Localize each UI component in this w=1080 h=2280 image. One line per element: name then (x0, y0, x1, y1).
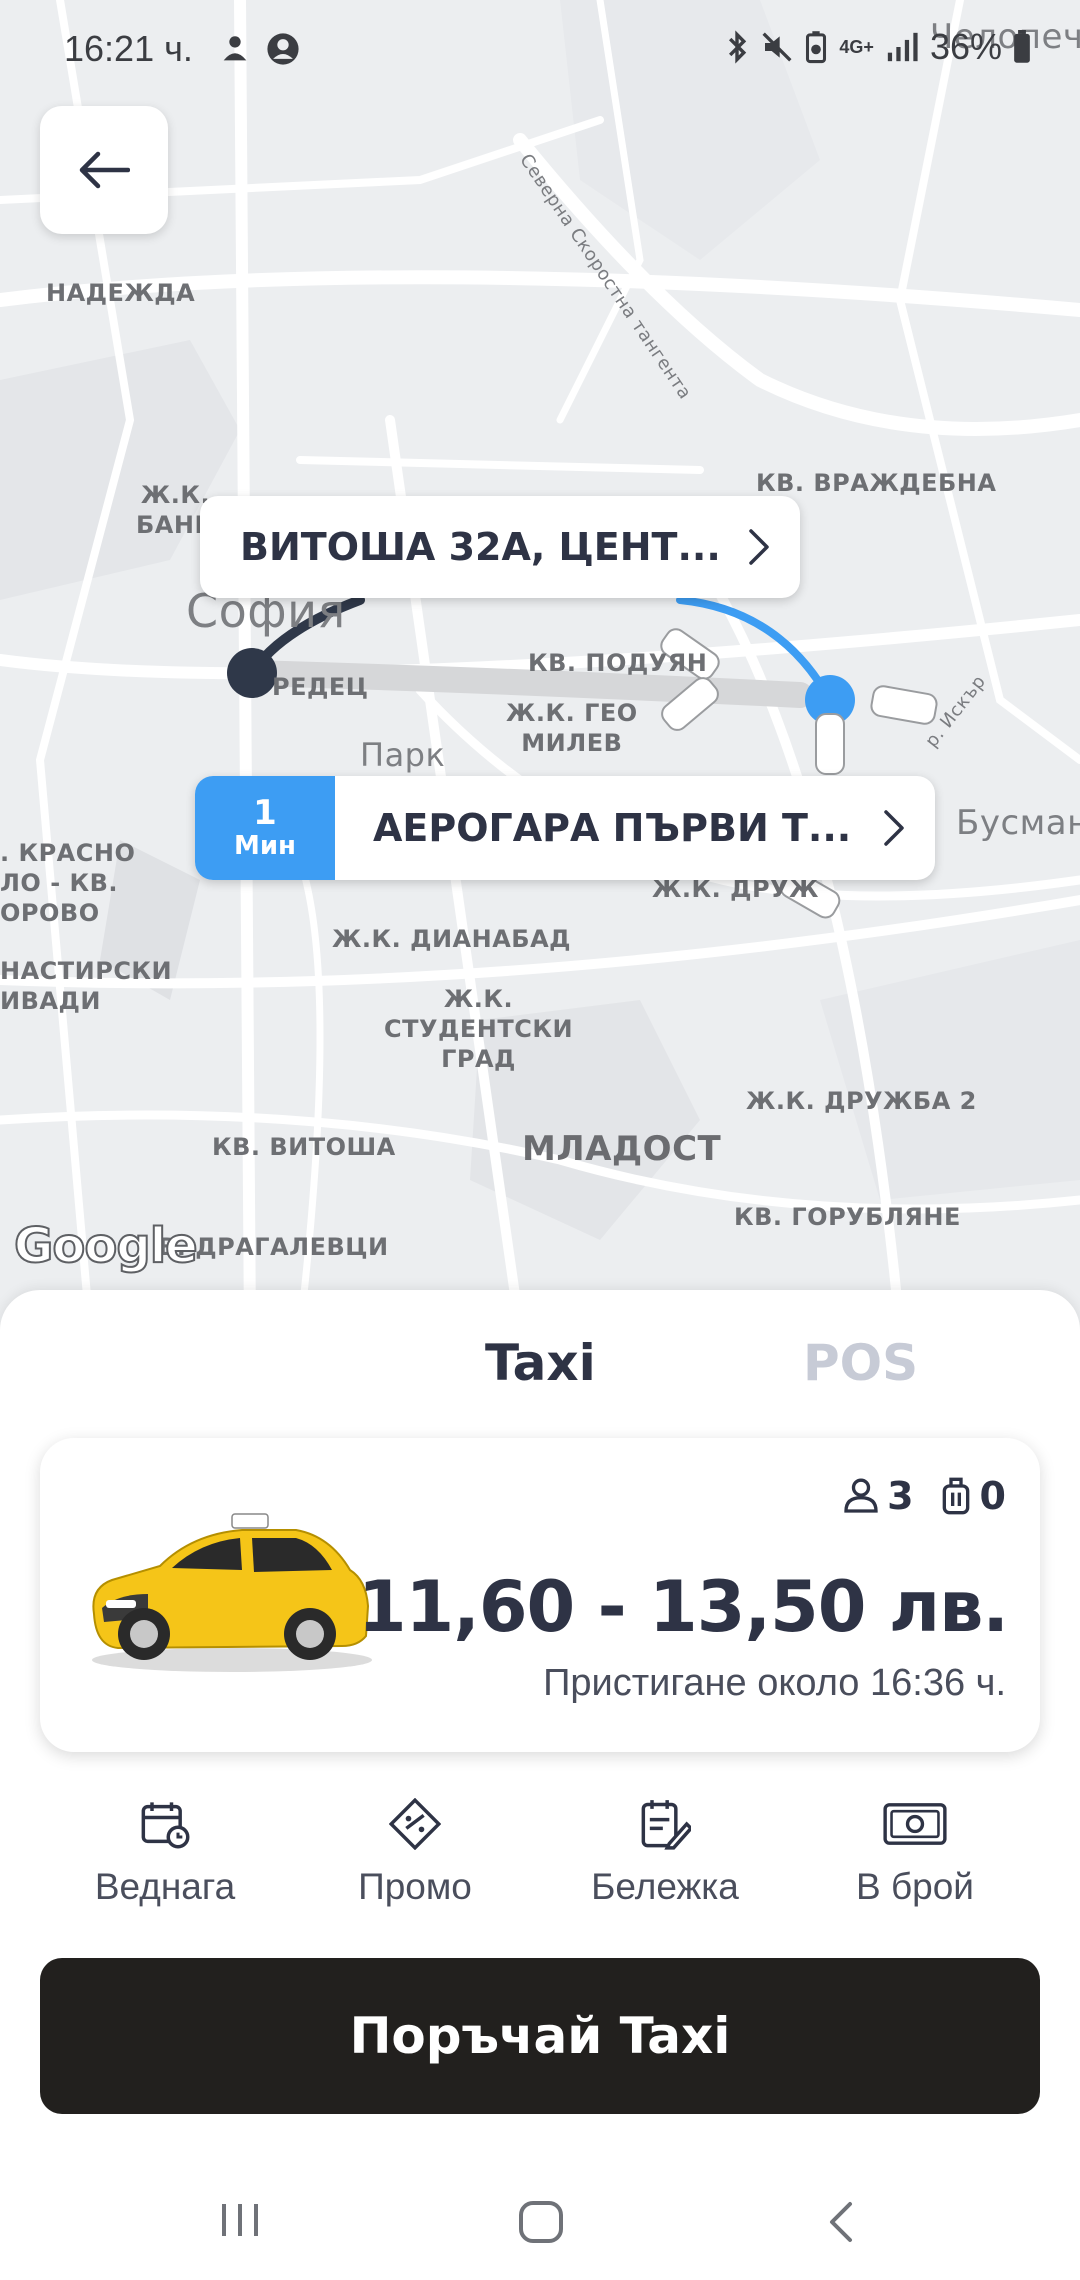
battery-saver-icon (806, 31, 827, 64)
network-type: 4G+ (839, 36, 874, 57)
map-label-krasno-selo: . КРАСНО ЛО - КВ. ОРОВО (0, 839, 136, 927)
ride-bottom-sheet: Taxi POS 3 0 11,60 - 13,50 лв. Пристиган… (0, 1290, 1080, 2280)
battery-icon (1014, 30, 1030, 63)
pickup-address: ВИТОША 32А, ЦЕНТ... (240, 525, 721, 569)
note-edit-icon (641, 1800, 691, 1850)
eta-badge: 1 Мин (195, 776, 335, 880)
option-now[interactable]: Веднага (40, 1798, 290, 1908)
bluetooth-icon (729, 30, 747, 64)
signal-icon (887, 32, 918, 62)
recent-apps-icon[interactable] (218, 2200, 262, 2240)
map-label-druzhba-2: Ж.К. ДРУЖБА 2 (746, 1087, 977, 1115)
pickup-address-pill[interactable]: ВИТОША 32А, ЦЕНТ... (200, 496, 800, 598)
map-label-studentski: Ж.К. СТУДЕНТСКИ ГРАД (384, 985, 574, 1073)
option-payment-label: В брой (856, 1866, 974, 1907)
capacity-info: 3 0 (841, 1474, 1006, 1518)
account-icon (267, 33, 299, 65)
eta-value: 1 (253, 793, 277, 833)
cash-icon (883, 1803, 947, 1845)
option-note[interactable]: Бележка (540, 1798, 790, 1908)
arrow-left-icon (79, 151, 130, 189)
dropoff-address: АЕРОГАРА ПЪРВИ Т... (373, 806, 852, 850)
battery-percent: 36% (929, 26, 1002, 67)
chevron-right-icon (749, 529, 769, 565)
map-label-manastirski: НАСТИРСКИ ИВАДИ (0, 957, 173, 1015)
map-label-mladost: МЛАДОСТ (522, 1129, 722, 1169)
map-label-geo-milev: Ж.К. ГЕО МИЛЕВ (506, 699, 638, 757)
map-label-busmantsi: Бусманц (956, 803, 1080, 843)
map-label-vitosha: КВ. ВИТОША (212, 1133, 396, 1161)
option-now-label: Веднага (94, 1866, 236, 1907)
arrival-time: Пристигане около 16:36 ч. (543, 1662, 1006, 1704)
mute-icon (762, 32, 792, 62)
option-note-label: Бележка (591, 1866, 739, 1907)
map-label-vrazhdebna: КВ. ВРАЖДЕБНА (756, 469, 997, 497)
passenger-count: 3 (887, 1474, 914, 1518)
tab-taxi[interactable]: Taxi (485, 1334, 596, 1392)
status-time: 16:21 ч. (64, 28, 193, 69)
map-label-gorublyane: КВ. ГОРУБЛЯНЕ (734, 1203, 961, 1231)
passenger-icon (844, 1478, 878, 1513)
back-nav-icon[interactable] (826, 2200, 856, 2244)
map-label-sredets: РЕДЕЦ (272, 673, 369, 701)
status-right-group: 4G+ 36% (723, 26, 1032, 68)
option-promo[interactable]: Промо (290, 1798, 540, 1908)
back-button[interactable] (40, 106, 168, 234)
price-range: 11,60 - 13,50 лв. (357, 1566, 1009, 1648)
taxi-car-image (92, 1513, 372, 1672)
luggage-icon (942, 1477, 969, 1515)
ride-options-row: Веднага Промо Бележка В брой (40, 1798, 1040, 1918)
promo-ticket-icon (389, 1798, 441, 1850)
notification-icon (223, 36, 247, 61)
calendar-clock-icon (141, 1802, 190, 1849)
home-icon[interactable] (518, 2200, 564, 2244)
dropoff-address-pill[interactable]: 1 Мин АЕРОГАРА ПЪРВИ Т... (195, 776, 935, 880)
status-bar: 16:21 ч. 4G+ 36% (0, 0, 1080, 100)
ride-option-card[interactable]: 3 0 11,60 - 13,50 лв. Пристигане около 1… (40, 1438, 1040, 1752)
chevron-right-icon (884, 810, 904, 846)
option-promo-label: Промо (358, 1866, 472, 1907)
map-label-dianabad: Ж.К. ДИАНАБАД (332, 925, 572, 953)
option-payment[interactable]: В брой (790, 1798, 1040, 1908)
luggage-count: 0 (979, 1474, 1006, 1518)
map-label-park: Парк (360, 736, 446, 774)
order-taxi-button[interactable]: Поръчай Taxi (40, 1958, 1040, 2114)
eta-unit: Мин (233, 831, 297, 862)
map-label-sofia: София (186, 584, 346, 638)
tab-pos[interactable]: POS (803, 1334, 918, 1392)
google-logo: Google (13, 1217, 199, 1275)
system-nav-bar (0, 2160, 1080, 2280)
map-label-poduyane: КВ. ПОДУЯН (528, 649, 708, 677)
map-label-nadezhda: НАДЕЖДА (46, 279, 196, 307)
